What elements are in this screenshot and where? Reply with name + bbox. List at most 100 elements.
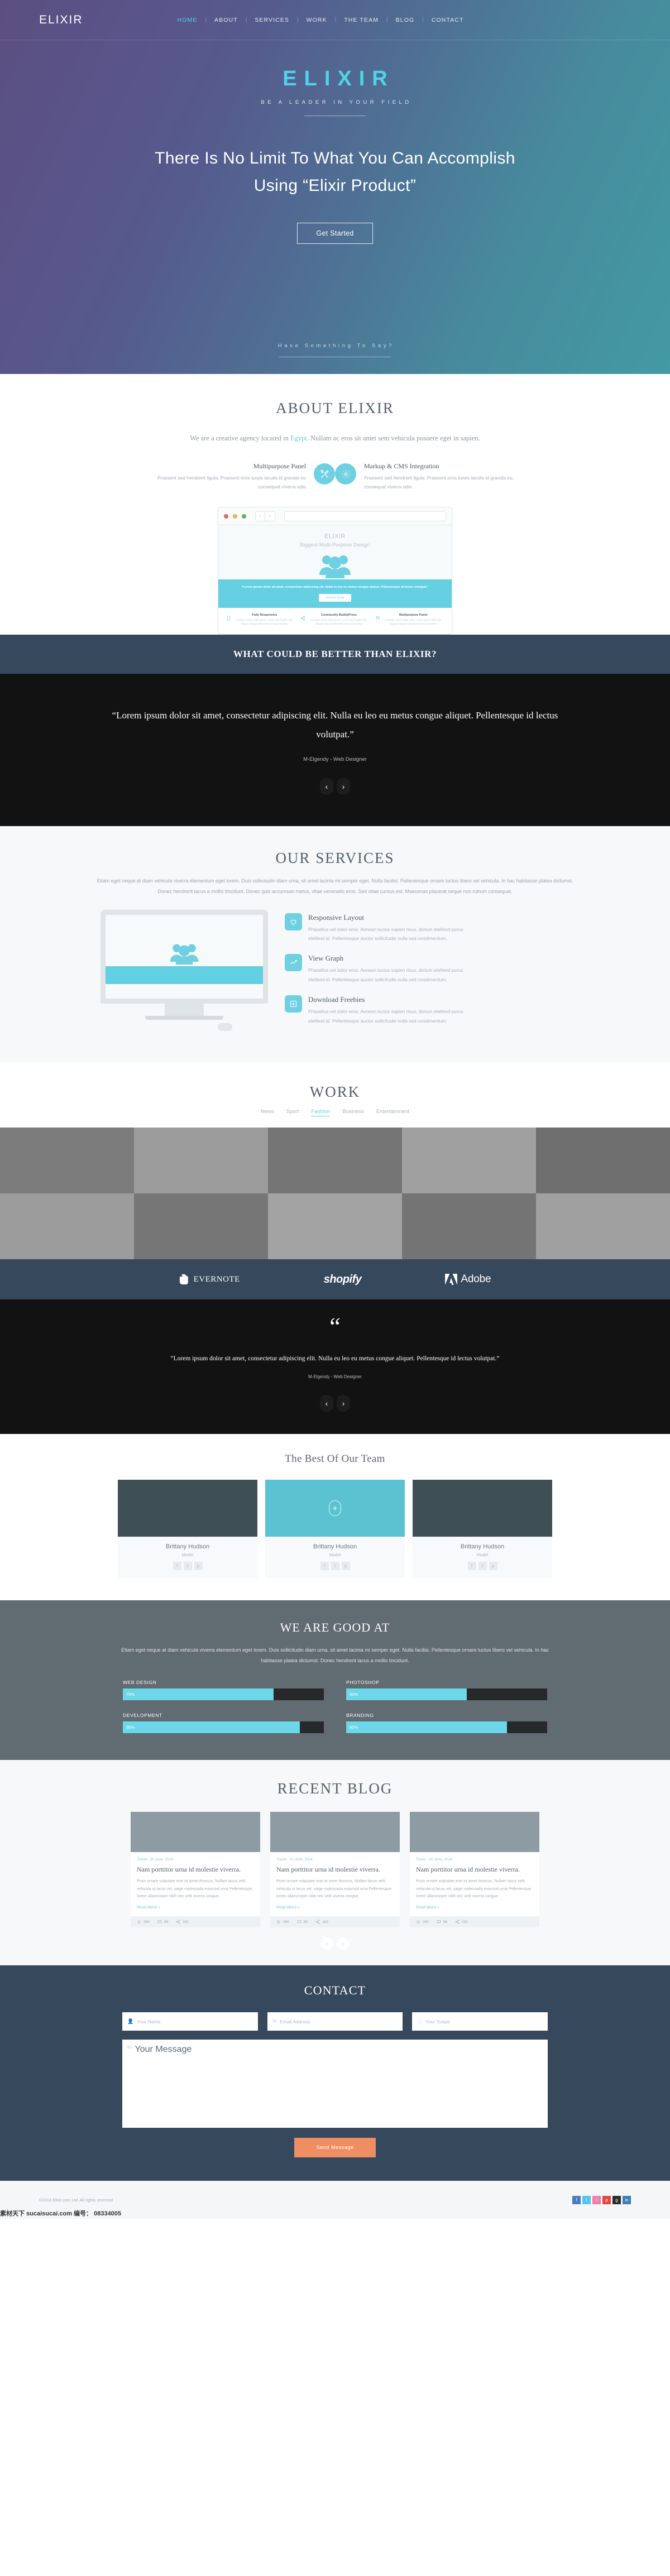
blog-post-likes[interactable]: 260 <box>416 1920 429 1924</box>
work-tile[interactable] <box>0 1128 134 1194</box>
blog-post-comments[interactable]: 98 <box>437 1920 447 1924</box>
work-tile[interactable] <box>134 1128 268 1194</box>
adobe-logo[interactable]: Adobe <box>445 1273 491 1285</box>
nav-item-about[interactable]: ABOUT <box>214 17 238 23</box>
team-member-card[interactable]: + Brittany Hudson Model f t p <box>265 1480 405 1579</box>
nav-item-blog[interactable]: BLOG <box>395 17 415 23</box>
work-filter-tabs: News Sport Fashion Business Entertainmen… <box>0 1109 670 1117</box>
blog-next-icon[interactable]: › <box>337 1937 349 1950</box>
team-member-card[interactable]: Brittany Hudson Model f t p <box>413 1480 552 1579</box>
work-filter-fashion[interactable]: Fashion <box>311 1109 331 1117</box>
twitter-icon[interactable]: t <box>331 1562 339 1571</box>
work-tile[interactable] <box>402 1193 536 1260</box>
work-tile[interactable] <box>134 1193 268 1260</box>
message-textarea[interactable]: ✉ Your Message <box>122 2040 548 2128</box>
google-plus-icon[interactable]: g <box>612 2195 621 2204</box>
back-icon[interactable]: ‹ <box>255 511 265 521</box>
pinterest-icon[interactable]: p <box>341 1562 350 1571</box>
pinterest-icon[interactable]: p <box>489 1562 497 1571</box>
browser-url-bar[interactable] <box>284 511 446 521</box>
blog-post-title[interactable]: Nam porttitor urna id molestie viverra. <box>416 1865 533 1874</box>
nav-item-the-team[interactable]: THE TEAM <box>343 17 379 23</box>
imac-neck <box>165 1003 204 1016</box>
imac-base <box>145 1015 223 1020</box>
share-icon <box>300 613 305 621</box>
blog-post-card[interactable]: Travel - 30 June, 2014 Nam porttitor urn… <box>410 1811 539 1928</box>
dribbble-icon[interactable]: ⓘ <box>592 2195 601 2204</box>
message-placeholder: Your Message <box>135 2045 192 2055</box>
blog-post-category[interactable]: Travel <box>137 1858 147 1862</box>
twitter-icon[interactable]: t <box>478 1562 487 1571</box>
work-tile[interactable] <box>402 1128 536 1194</box>
blog-post-shares[interactable]: 162 <box>315 1920 328 1924</box>
blog-post-shares[interactable]: 162 <box>176 1920 189 1924</box>
work-tile[interactable] <box>0 1193 134 1260</box>
send-message-button[interactable]: Send Message <box>294 2138 376 2158</box>
browser-mockup: ‹ › ELIXIR Biggest Multi-Purpose Design … <box>218 507 452 635</box>
hero-logo: ELIXIR <box>283 67 395 90</box>
blog-post-read-more[interactable]: Read about » <box>416 1906 533 1910</box>
blog-prev-icon[interactable]: ‹ <box>321 1937 333 1950</box>
skill-label: WEB DESIGN <box>123 1679 157 1685</box>
evernote-logo[interactable]: EVERNOTE <box>179 1273 240 1285</box>
blog-post-card[interactable]: Travel - 30 June, 2014 Nam porttitor urn… <box>131 1811 260 1928</box>
blog-post-comments[interactable]: 98 <box>157 1920 168 1924</box>
nav-item-work[interactable]: WORK <box>306 17 328 23</box>
nav-item-home[interactable]: HOME <box>177 17 198 23</box>
work-tile[interactable] <box>536 1193 670 1260</box>
email-field[interactable]: ✉ Email Address <box>267 2012 403 2031</box>
twitter-icon[interactable]: t <box>183 1562 192 1571</box>
subject-field[interactable]: ⓘ Your Subjet <box>412 2012 548 2031</box>
get-started-button[interactable]: Get Started <box>297 223 373 244</box>
comments-count: 98 <box>303 1920 308 1924</box>
twitter-icon[interactable]: t <box>582 2195 591 2204</box>
about-lead-link[interactable]: Egypt <box>290 434 307 442</box>
heart-icon <box>137 1921 141 1924</box>
blog-post-read-more[interactable]: Read about » <box>276 1906 394 1910</box>
blog-post-title[interactable]: Nam porttitor urna id molestie viverra. <box>276 1865 394 1874</box>
facebook-icon[interactable]: f <box>173 1562 181 1571</box>
team-member-card[interactable]: Brittany Hudson Model f t p <box>118 1480 257 1579</box>
facebook-icon[interactable]: f <box>320 1562 329 1571</box>
mockup-request-quote-button[interactable]: Request Quote <box>319 593 351 602</box>
blog-post-card[interactable]: Travel - 30 June, 2014 Nam porttitor urn… <box>270 1811 400 1928</box>
skill-percent: 80% <box>350 1724 358 1730</box>
brand-logo[interactable]: ELIXIR <box>39 13 83 27</box>
blog-post-likes[interactable]: 260 <box>276 1920 289 1924</box>
blog-post-shares[interactable]: 162 <box>455 1920 468 1924</box>
carousel-next-icon[interactable]: › <box>337 1395 350 1412</box>
blog-post-category[interactable]: Travel <box>416 1858 426 1862</box>
carousel-prev-icon[interactable]: ‹ <box>320 1395 333 1412</box>
facebook-icon[interactable]: f <box>572 2195 581 2204</box>
blog-post-read-more[interactable]: Read about » <box>137 1906 254 1910</box>
blog-post-category[interactable]: Travel <box>276 1858 286 1862</box>
work-filter-sport[interactable]: Sport <box>286 1109 299 1116</box>
team-member-social: f t p <box>118 1562 257 1571</box>
facebook-icon[interactable]: f <box>467 1562 476 1571</box>
blog-post-meta: Travel - 30 June, 2014 <box>416 1858 533 1862</box>
work-filter-business[interactable]: Business <box>342 1109 364 1116</box>
nav-item-contact[interactable]: CONTACT <box>431 17 465 23</box>
carousel-next-icon[interactable]: › <box>337 778 350 795</box>
shopify-logo[interactable]: shopify <box>324 1273 362 1286</box>
plus-icon[interactable]: + <box>329 1500 341 1517</box>
work-filter-news[interactable]: News <box>261 1109 274 1116</box>
blog-post-comments[interactable]: 98 <box>297 1920 308 1924</box>
pinterest-icon[interactable]: p <box>194 1562 203 1571</box>
forward-icon[interactable]: › <box>265 511 275 521</box>
blog-post-title[interactable]: Nam porttitor urna id molestie viverra. <box>137 1865 254 1874</box>
nav-item-services[interactable]: SERVICES <box>254 17 290 23</box>
testimonial-quote: “Lorem ipsum dolor sit amet, consectetur… <box>112 710 558 740</box>
work-tile[interactable] <box>268 1193 402 1260</box>
hero-footer-prompt[interactable]: Have Something To Say? <box>0 343 670 357</box>
blog-post-meta: Travel - 30 June, 2014 <box>276 1858 394 1862</box>
work-filter-entertainment[interactable]: Entertainment <box>376 1109 409 1116</box>
pinterest-icon[interactable]: p <box>602 2195 611 2204</box>
name-field[interactable]: 👤 Your Name <box>122 2012 258 2031</box>
work-tile[interactable] <box>268 1128 402 1194</box>
blog-post-likes[interactable]: 260 <box>137 1920 150 1924</box>
carousel-prev-icon[interactable]: ‹ <box>320 778 333 795</box>
linkedin-icon[interactable]: in <box>623 2195 631 2204</box>
work-tile[interactable] <box>536 1128 670 1194</box>
about-lead-after: . Nullam ac eros sit amet sem vehicula p… <box>307 434 480 442</box>
